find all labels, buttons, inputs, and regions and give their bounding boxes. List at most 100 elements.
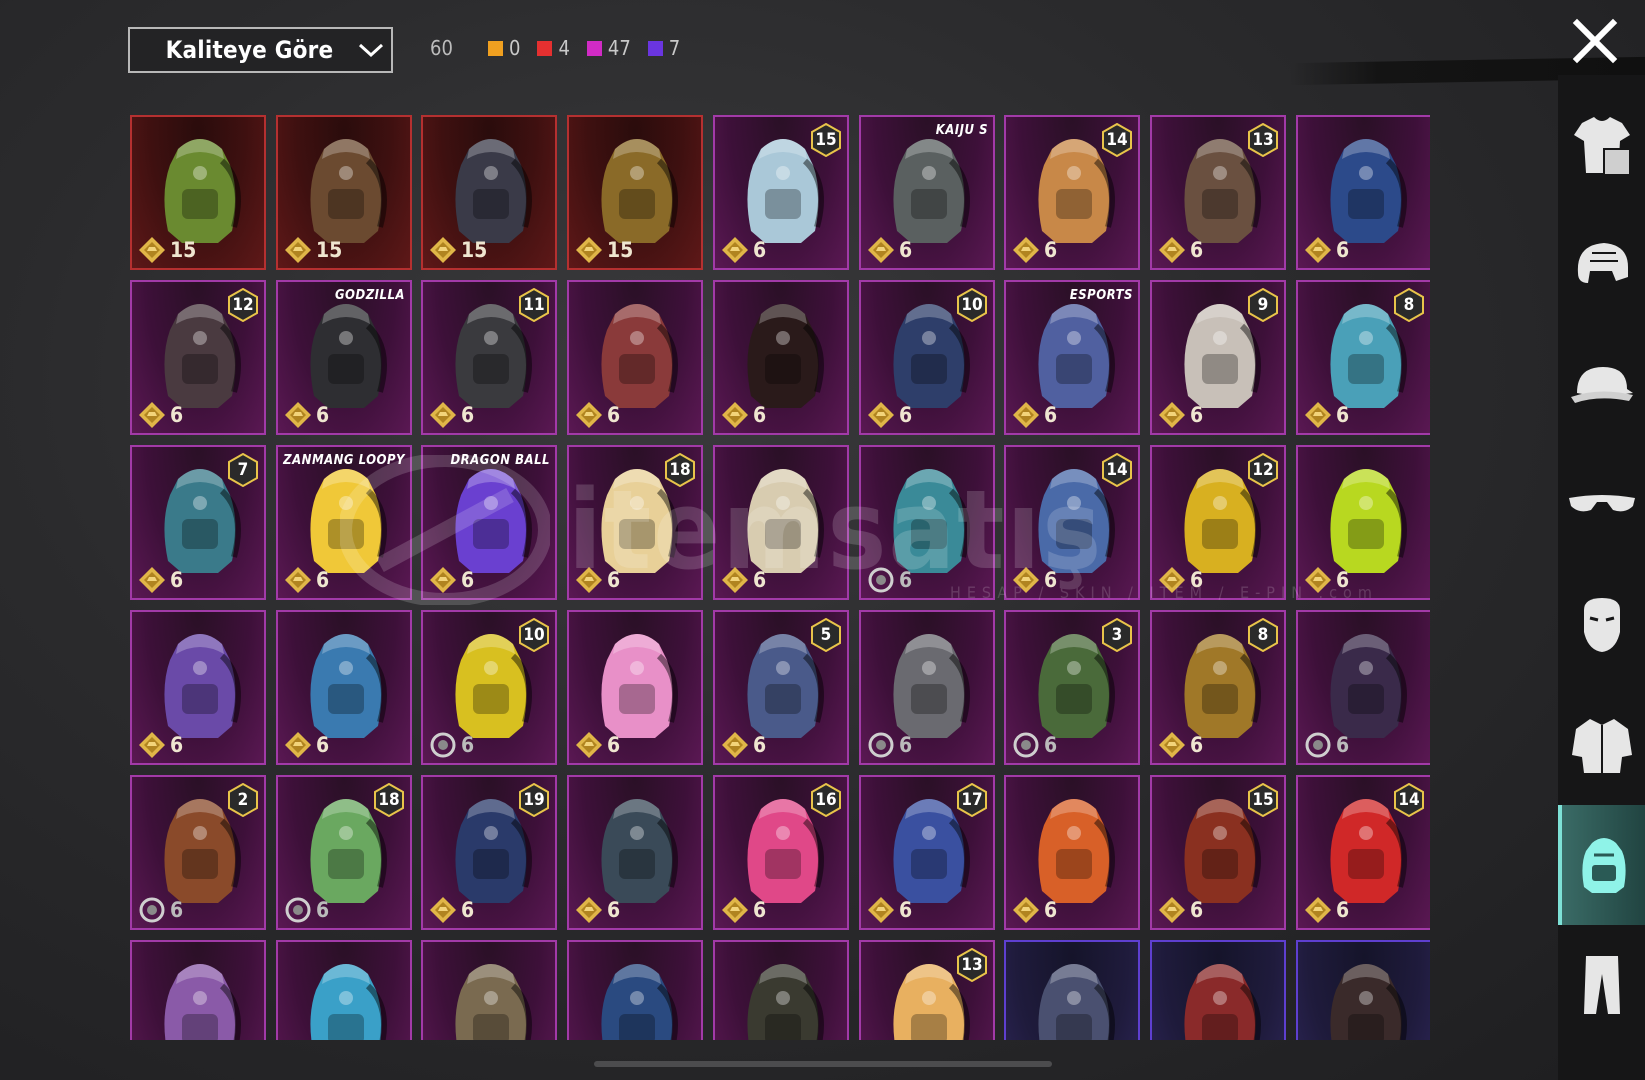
inventory-item-card[interactable]: 15 — [130, 115, 266, 270]
orange-swatch-icon — [488, 40, 503, 56]
level-value: 8 — [1403, 295, 1415, 315]
inventory-item-card[interactable] — [1296, 940, 1430, 1040]
coin-icon — [1013, 732, 1039, 758]
level-badge: 14 — [1102, 123, 1132, 157]
inventory-item-card[interactable]: 10 6 — [421, 610, 557, 765]
item-price: 6 — [721, 401, 766, 429]
price-value: 6 — [899, 733, 913, 757]
inventory-item-card[interactable]: 18 6 — [567, 445, 703, 600]
inventory-item-card[interactable]: 6 — [567, 610, 703, 765]
inventory-item-card[interactable]: 13 6 — [1150, 115, 1286, 270]
inventory-item-card[interactable] — [421, 940, 557, 1040]
hat-tab[interactable] — [1558, 325, 1645, 445]
inventory-item-card[interactable]: ZANMANG LOOPY 6 — [276, 445, 412, 600]
inventory-item-card[interactable]: 6 — [859, 445, 995, 600]
inventory-item-card[interactable]: 12 6 — [1150, 445, 1286, 600]
level-badge: 12 — [228, 288, 258, 322]
inventory-item-card[interactable]: 6 — [1296, 610, 1430, 765]
level-badge: 14 — [1394, 783, 1424, 817]
collab-brand-tag: ZANMANG LOOPY — [283, 453, 405, 468]
inventory-item-card[interactable]: GODZILLA 6 — [276, 280, 412, 435]
sort-label: Kaliteye Göre — [165, 36, 334, 64]
inventory-item-card[interactable] — [1150, 940, 1286, 1040]
item-price: 6 — [1304, 401, 1349, 429]
item-price: 15 — [284, 236, 342, 264]
inventory-item-card[interactable]: 86 — [1150, 610, 1286, 765]
inventory-item-card[interactable]: 6 — [1004, 775, 1140, 930]
inventory-item-card[interactable]: 19 6 — [421, 775, 557, 930]
backpack-icon — [1581, 838, 1626, 893]
inventory-item-card[interactable]: 6 — [713, 445, 849, 600]
inventory-item-card[interactable]: 15 — [421, 115, 557, 270]
inventory-item-card[interactable]: ESPORTS 6 — [1004, 280, 1140, 435]
collab-brand-tag: GODZILLA — [334, 288, 405, 303]
item-price: 15 — [575, 236, 633, 264]
price-value: 6 — [1190, 568, 1204, 592]
inventory-item-card[interactable]: 56 — [713, 610, 849, 765]
inventory-item-card[interactable]: 6 — [567, 280, 703, 435]
inventory-item-card[interactable]: KAIJU S 6 — [859, 115, 995, 270]
inventory-item-card[interactable]: 96 — [1150, 280, 1286, 435]
inventory-item-card[interactable]: DRAGON BALL 6 — [421, 445, 557, 600]
item-price: 6 — [867, 896, 912, 924]
inventory-item-card[interactable]: 12 6 — [130, 280, 266, 435]
pants-tab[interactable] — [1558, 925, 1645, 1045]
sort-dropdown[interactable]: Kaliteye Göre — [128, 27, 393, 73]
inventory-item-card[interactable]: 14 6 — [1296, 775, 1430, 930]
inventory-item-card[interactable]: 26 — [130, 775, 266, 930]
inventory-item-card[interactable]: 15 — [276, 115, 412, 270]
jacket-tab[interactable] — [1558, 685, 1645, 805]
item-price: 6 — [284, 896, 329, 924]
inventory-item-card[interactable]: 6 — [1296, 445, 1430, 600]
coin-icon — [1013, 402, 1039, 428]
price-value: 6 — [899, 403, 913, 427]
inventory-item-card[interactable]: 15 6 — [1150, 775, 1286, 930]
helmet-tab[interactable] — [1558, 205, 1645, 325]
coin-icon — [139, 567, 165, 593]
inventory-item-card[interactable]: 16 6 — [713, 775, 849, 930]
outfit-tab[interactable] — [1558, 85, 1645, 205]
inventory-item-card[interactable]: 13 — [859, 940, 995, 1040]
inventory-item-card[interactable] — [276, 940, 412, 1040]
backpack-art-icon — [587, 626, 687, 744]
inventory-item-card[interactable]: 14 6 — [1004, 445, 1140, 600]
price-value: 6 — [316, 403, 330, 427]
inventory-item-card[interactable]: 6 — [276, 610, 412, 765]
glasses-tab[interactable] — [1558, 445, 1645, 565]
inventory-item-card[interactable]: 10 6 — [859, 280, 995, 435]
inventory-item-card[interactable]: 17 6 — [859, 775, 995, 930]
inventory-item-card[interactable]: 6 — [567, 775, 703, 930]
coin-icon — [285, 567, 311, 593]
inventory-item-card[interactable]: 86 — [1296, 280, 1430, 435]
level-badge: 12 — [1248, 453, 1278, 487]
close-button[interactable] — [1570, 16, 1620, 66]
inventory-item-card[interactable]: 15 6 — [713, 115, 849, 270]
inventory-item-card[interactable] — [130, 940, 266, 1040]
price-value: 15 — [316, 238, 343, 262]
home-indicator[interactable] — [594, 1061, 1052, 1067]
item-price: 6 — [1304, 566, 1349, 594]
inventory-item-card[interactable] — [567, 940, 703, 1040]
purple-swatch-icon — [647, 40, 663, 56]
inventory-item-card[interactable] — [1004, 940, 1140, 1040]
pink-swatch-icon — [586, 40, 602, 56]
inventory-item-card[interactable]: 76 — [130, 445, 266, 600]
inventory-item-card[interactable]: 18 6 — [276, 775, 412, 930]
level-badge: 17 — [957, 783, 987, 817]
inventory-item-card[interactable]: 14 6 — [1004, 115, 1140, 270]
price-value: 6 — [1044, 898, 1058, 922]
inventory-item-card[interactable]: 6 — [1296, 115, 1430, 270]
inventory-item-card[interactable]: 11 6 — [421, 280, 557, 435]
item-price: 6 — [138, 896, 183, 924]
inventory-item-card[interactable]: 6 — [130, 610, 266, 765]
backpack-tab[interactable] — [1558, 805, 1645, 925]
item-price: 6 — [1158, 896, 1203, 924]
backpack-art-icon — [733, 956, 833, 1040]
level-value: 16 — [815, 790, 837, 810]
mask-tab[interactable] — [1558, 565, 1645, 685]
inventory-item-card[interactable]: 6 — [713, 280, 849, 435]
inventory-item-card[interactable]: 6 — [859, 610, 995, 765]
inventory-item-card[interactable] — [713, 940, 849, 1040]
inventory-item-card[interactable]: 36 — [1004, 610, 1140, 765]
inventory-item-card[interactable]: 15 — [567, 115, 703, 270]
